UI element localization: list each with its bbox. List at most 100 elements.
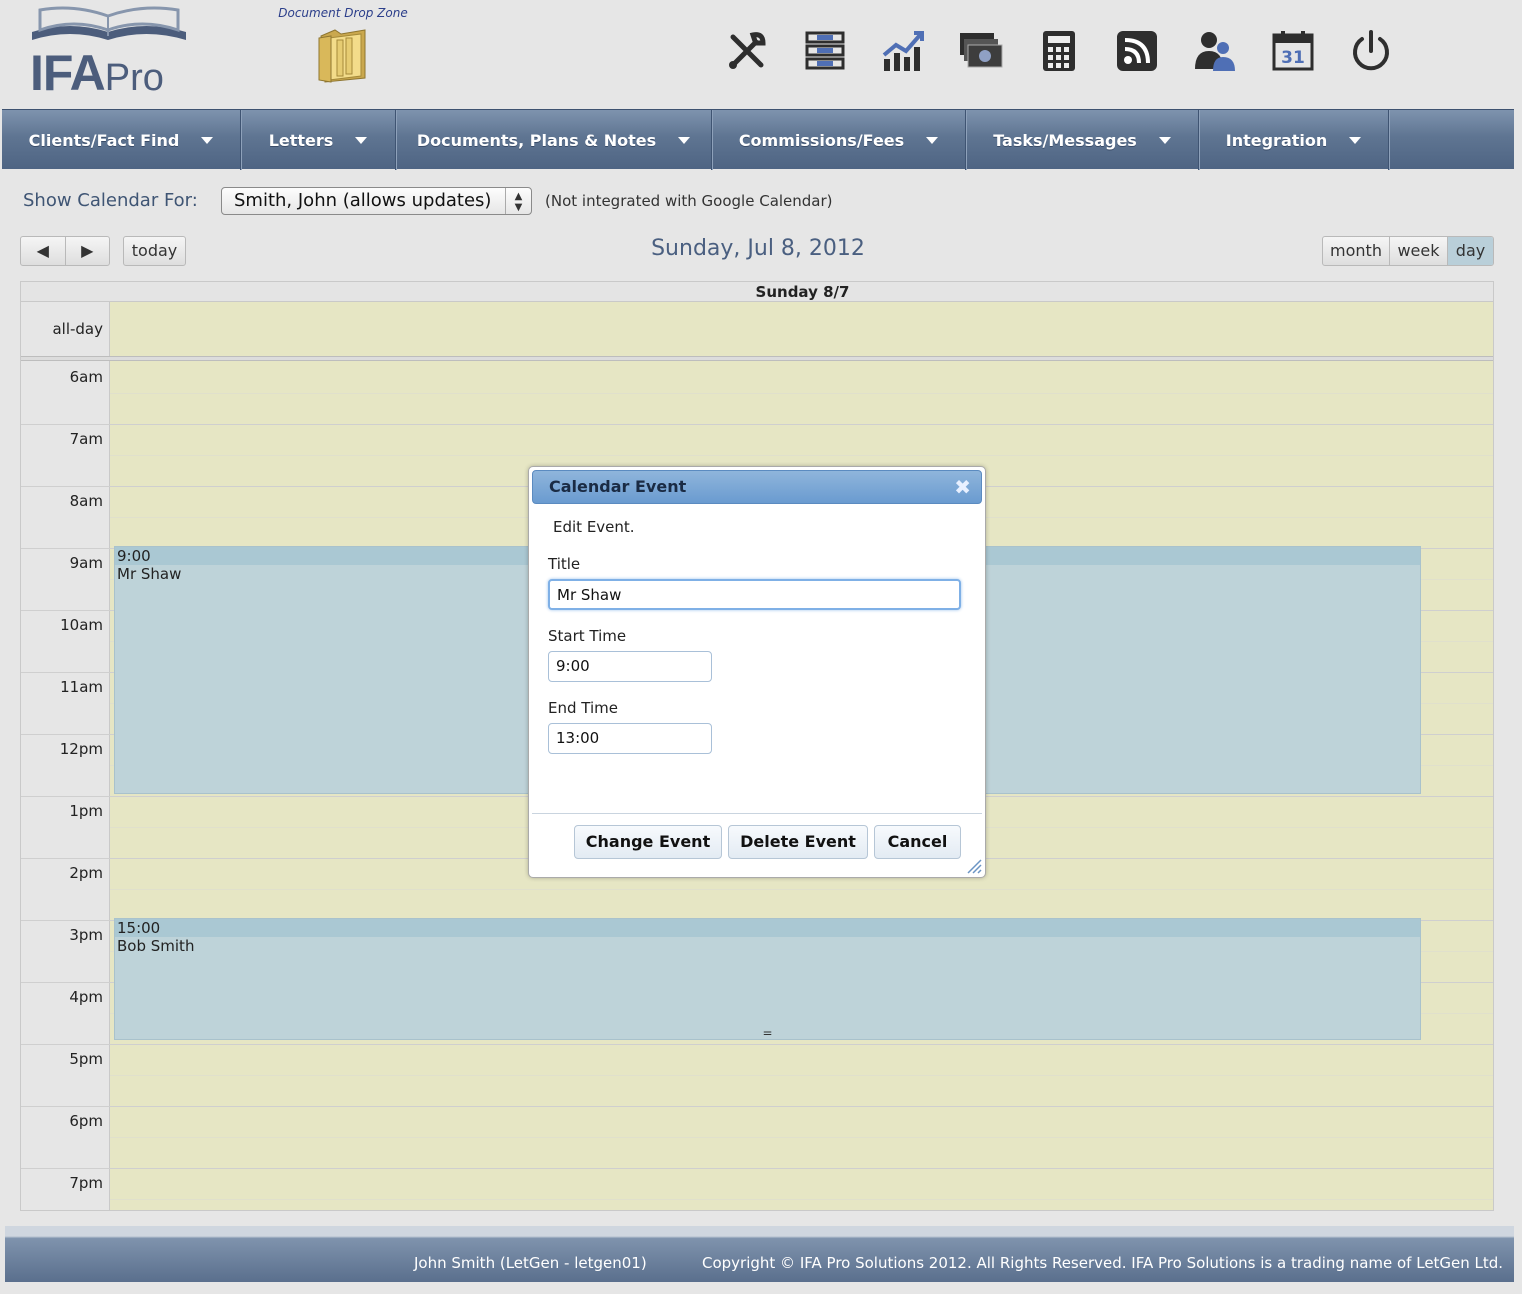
title-input[interactable]: Mr Shaw	[548, 579, 961, 610]
hour-label: 5pm	[69, 1050, 103, 1068]
hour-label: 1pm	[69, 802, 103, 820]
main-nav: Clients/Fact Find Letters Documents, Pla…	[2, 109, 1514, 170]
half-hour-line	[110, 1137, 1493, 1138]
prev-button[interactable]: ◀	[21, 237, 66, 265]
hour-label: 12pm	[59, 740, 103, 758]
calculator-icon[interactable]	[1034, 26, 1084, 76]
cancel-button[interactable]: Cancel	[874, 825, 961, 859]
calendar-user-select[interactable]: Smith, John (allows updates) ▲ ▼	[221, 187, 532, 215]
hour-label: 6am	[69, 368, 103, 386]
folder-icon	[318, 29, 366, 83]
end-time-label: End Time	[548, 699, 618, 717]
title-label: Title	[548, 555, 581, 573]
money-icon[interactable]	[956, 26, 1006, 76]
half-hour-line	[110, 455, 1493, 456]
nav-clients-fact-find[interactable]: Clients/Fact Find	[2, 110, 241, 170]
nav-tasks-messages[interactable]: Tasks/Messages	[966, 110, 1199, 170]
power-icon[interactable]	[1346, 26, 1396, 76]
allday-label: all-day	[52, 320, 103, 338]
show-calendar-for-label: Show Calendar For:	[23, 190, 198, 211]
event-time: 15:00	[115, 919, 1420, 937]
selected-user: Smith, John (allows updates)	[234, 190, 492, 211]
caret-down-icon	[678, 136, 691, 144]
hour-line	[21, 424, 1493, 425]
filing-icon[interactable]	[800, 26, 850, 76]
next-button[interactable]: ▶	[66, 237, 110, 265]
nav-label: Integration	[1225, 130, 1328, 150]
today-button[interactable]: today	[124, 237, 185, 265]
calendar-header: Sunday 8/7	[21, 282, 1493, 302]
calendar-icon[interactable]: 31	[1268, 26, 1318, 76]
start-time-input[interactable]: 9:00	[548, 651, 712, 682]
hour-line	[21, 1168, 1493, 1169]
calendar-event-dialog: Calendar Event ✖ Edit Event. Title Mr Sh…	[528, 466, 986, 878]
hour-label: 6pm	[69, 1112, 103, 1130]
nav-label: Letters	[268, 130, 334, 150]
hour-line	[21, 1106, 1493, 1107]
document-drop-zone[interactable]: Document Drop Zone	[268, 6, 418, 88]
drop-zone-label: Document Drop Zone	[278, 6, 408, 20]
footer-user: John Smith (LetGen - letgen01)	[414, 1254, 647, 1272]
toolbar: 31	[722, 26, 1424, 76]
integration-note: (Not integrated with Google Calendar)	[545, 192, 833, 210]
hour-label: 8am	[69, 492, 103, 510]
nav-integration[interactable]: Integration	[1199, 110, 1389, 170]
half-hour-line	[110, 889, 1493, 890]
hour-label: 9am	[69, 554, 103, 572]
hour-line	[21, 1044, 1493, 1045]
nav-letters[interactable]: Letters	[241, 110, 396, 170]
dialog-titlebar[interactable]: Calendar Event ✖	[532, 470, 982, 504]
event-bob-smith[interactable]: 15:00 Bob Smith =	[114, 918, 1421, 1040]
half-hour-line	[110, 393, 1493, 394]
dialog-title: Calendar Event	[549, 477, 687, 496]
caret-down-icon	[1349, 136, 1362, 144]
users-icon[interactable]	[1190, 26, 1240, 76]
view-day-button[interactable]: day	[1448, 237, 1493, 265]
hour-label: 7am	[69, 430, 103, 448]
half-hour-line	[110, 1075, 1493, 1076]
half-hour-line	[110, 1199, 1493, 1200]
event-resize-handle[interactable]: =	[115, 1027, 1420, 1039]
start-time-label: Start Time	[548, 627, 627, 645]
hour-label: 7pm	[69, 1174, 103, 1192]
select-arrows-icon: ▲ ▼	[505, 188, 531, 214]
column-header: Sunday 8/7	[755, 283, 850, 301]
delete-event-button[interactable]: Delete Event	[728, 825, 868, 859]
nav-label: Documents, Plans & Notes	[416, 130, 657, 150]
nav-label: Tasks/Messages	[993, 130, 1137, 150]
event-title: Bob Smith	[117, 937, 195, 955]
footer-copyright: Copyright © IFA Pro Solutions 2012. All …	[702, 1254, 1504, 1272]
logo-pro: Pro	[104, 57, 164, 99]
caret-down-icon	[926, 136, 939, 144]
caret-down-icon	[1158, 136, 1171, 144]
caret-down-icon	[355, 136, 368, 144]
view-switcher: month week day	[1322, 236, 1494, 266]
hour-label: 3pm	[69, 926, 103, 944]
change-event-button[interactable]: Change Event	[574, 825, 722, 859]
date-title: Sunday, Jul 8, 2012	[651, 236, 865, 261]
end-time-input[interactable]: 13:00	[548, 723, 712, 754]
hour-label: 4pm	[69, 988, 103, 1006]
tools-icon[interactable]	[722, 26, 772, 76]
nav-documents-plans-notes[interactable]: Documents, Plans & Notes	[396, 110, 712, 170]
nav-commissions-fees[interactable]: Commissions/Fees	[712, 110, 966, 170]
ifa-pro-logo[interactable]: IFAPro	[30, 6, 190, 101]
resize-grip-icon[interactable]	[964, 856, 982, 874]
logo-ifa: IFA	[30, 45, 106, 101]
view-month-button[interactable]: month	[1323, 237, 1390, 265]
view-week-button[interactable]: week	[1390, 237, 1448, 265]
prev-next-group: ◀ ▶	[20, 236, 110, 266]
calendar-icon-number: 31	[1281, 48, 1305, 68]
logo-text: IFAPro	[30, 44, 164, 102]
today-group: today	[123, 236, 186, 266]
dialog-message: Edit Event.	[553, 518, 635, 536]
hour-label: 2pm	[69, 864, 103, 882]
nav-label: Clients/Fact Find	[28, 130, 180, 150]
dialog-separator	[532, 813, 982, 814]
rss-icon[interactable]	[1112, 26, 1162, 76]
hour-label: 10am	[60, 616, 103, 634]
allday-separator	[21, 356, 1493, 361]
close-icon[interactable]: ✖	[954, 471, 971, 503]
chart-icon[interactable]	[878, 26, 928, 76]
hour-label: 11am	[60, 678, 103, 696]
